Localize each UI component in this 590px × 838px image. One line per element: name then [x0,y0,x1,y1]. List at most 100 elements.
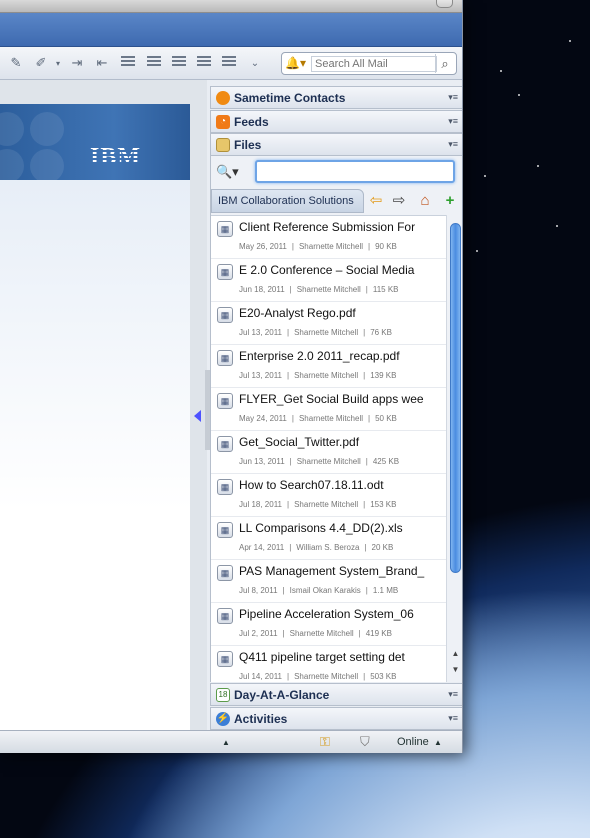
panel-day-at-a-glance[interactable]: 18 Day-At-A-Glance ▾≡ [210,683,462,706]
status-dropdown-icon[interactable]: ▲ [434,738,442,747]
pen-icon[interactable]: ✎ [8,55,24,71]
library-tab[interactable]: IBM Collaboration Solutions [211,189,364,213]
location-icon[interactable]: ⛉ [360,734,370,750]
file-author: Sharnette Mitchell [298,242,363,251]
highlighter-icon[interactable]: ✐ [33,55,49,71]
file-list-item[interactable]: ▦ FLYER_Get Social Build apps wee May 24, … [211,388,446,431]
align-justify-icon[interactable] [197,56,211,69]
file-list-item[interactable]: ▦ E20-Analyst Rego.pdf Jul 13, 2011 | Sharne… [211,302,446,345]
search-input[interactable] [311,56,437,72]
back-arrow-icon[interactable]: ⇦ [367,192,385,210]
title-bar [0,0,462,13]
document-pane: IBM [0,80,207,730]
file-author: Sharnette Mitchell [294,672,359,681]
file-list: ▦ Client Reference Submission For May 26, … [211,215,446,682]
files-search-input[interactable] [255,160,455,183]
file-list-item[interactable]: ▦ LL Comparisons 4.4_DD(2).xls Apr 14, 201… [211,517,446,560]
collapse-sidebar-icon[interactable] [194,410,201,422]
add-icon[interactable]: + [441,192,459,210]
scroll-up-icon[interactable]: ▲ [450,649,461,658]
ibm-banner: IBM [0,104,190,180]
panel-files[interactable]: Files ▾≡ [210,133,462,156]
search-icon[interactable]: 🔍▾ [216,164,242,180]
chevron-down-icon[interactable]: ▾ [53,55,63,71]
file-size: 50 KB [375,414,397,423]
search-icon[interactable]: ⌕ [435,54,454,73]
panel-feeds[interactable]: ◔ Feeds ▾≡ [210,110,462,133]
file-name[interactable]: FLYER_Get Social Build apps wee [239,392,444,406]
folder-icon [216,137,230,152]
file-size: 115 KB [372,285,399,294]
file-meta: Jul 14, 2011 | Sharnette Mitchell | 503 KB [239,672,396,681]
star [476,250,478,252]
scroll-down-icon[interactable]: ▼ [450,665,461,674]
forward-arrow-icon[interactable]: ⇨ [390,192,408,210]
align-center-icon[interactable] [172,56,186,69]
file-name[interactable]: E20-Analyst Rego.pdf [239,306,444,320]
file-icon: ▦ [217,522,233,538]
file-name[interactable]: Client Reference Submission For [239,220,444,234]
document-page: IBM [0,104,190,730]
file-list-item[interactable]: ▦ Get_Social_Twitter.pdf Jun 13, 2011 | Shar… [211,431,446,474]
file-name[interactable]: How to Search07.18.11.odt [239,478,444,492]
file-list-item[interactable]: ▦ Client Reference Submission For May 26, … [211,216,446,259]
meta-separator: | [364,543,367,552]
file-author: William S. Beroza [296,543,360,552]
file-name[interactable]: LL Comparisons 4.4_DD(2).xls [239,521,444,535]
file-list-item[interactable]: ▦ Q411 pipeline target setting det Jul 14,… [211,646,446,682]
star [484,175,486,177]
file-name[interactable]: PAS Management System_Brand_ [239,564,444,578]
panel-activities[interactable]: ⚡ Activities ▾≡ [210,707,462,730]
header-bar [0,13,462,47]
file-name[interactable]: Q411 pipeline target setting det [239,650,444,664]
status-arrow-icon[interactable]: ▲ [222,738,230,747]
file-name[interactable]: Pipeline Acceleration System_06 [239,607,444,621]
panel-sametime-contacts[interactable]: Sametime Contacts ▾≡ [210,86,462,109]
meta-separator: | [291,242,294,251]
star [500,70,502,72]
panel-menu-icon[interactable]: ▾≡ [446,713,458,724]
outdent-icon[interactable]: ⇤ [94,55,110,71]
numbered-list-icon[interactable] [147,56,161,69]
panel-menu-icon[interactable]: ▾≡ [446,92,458,103]
file-list-item[interactable]: ▦ PAS Management System_Brand_ Jul 8, 2011… [211,560,446,603]
window-toolbar-toggle-button[interactable] [436,0,453,8]
file-list-item[interactable]: ▦ How to Search07.18.11.odt Jul 18, 2011 | S… [211,474,446,517]
scrollbar-thumb[interactable] [450,223,461,573]
file-meta: May 26, 2011 | Sharnette Mitchell | 90 KB [239,242,397,251]
panel-menu-icon[interactable]: ▾≡ [446,116,458,127]
file-author: Ismail Okan Karakis [289,586,361,595]
more-icon[interactable]: ⌄ [247,55,263,71]
star [537,165,539,167]
file-name[interactable]: E 2.0 Conference – Social Media [239,263,444,277]
home-icon[interactable]: ⌂ [416,192,434,210]
file-list-scrollbar[interactable]: ▲ ▼ [446,215,462,682]
bullet-list-icon[interactable] [121,56,135,69]
align-left-icon[interactable] [222,56,236,69]
file-name[interactable]: Get_Social_Twitter.pdf [239,435,444,449]
meta-separator: | [291,414,294,423]
file-date: Jun 18, 2011 [239,285,285,294]
search-scope-icon[interactable]: 🔔▾ [285,56,307,72]
file-meta: Jul 13, 2011 | Sharnette Mitchell | 139 KB [239,371,396,380]
meta-separator: | [365,586,368,595]
online-status[interactable]: Online [397,736,429,748]
panel-title: Day-At-A-Glance [234,687,330,702]
file-author: Sharnette Mitchell [296,285,361,294]
panel-menu-icon[interactable]: ▾≡ [446,689,458,700]
panel-title: Activities [234,711,288,726]
file-name[interactable]: Enterprise 2.0 2011_recap.pdf [239,349,444,363]
file-size: 20 KB [371,543,394,552]
file-meta: Jul 18, 2011 | Sharnette Mitchell | 153 KB [239,500,396,509]
file-list-item[interactable]: ▦ Enterprise 2.0 2011_recap.pdf Jul 13, 20… [211,345,446,388]
file-list-item[interactable]: ▦ E 2.0 Conference – Social Media Jun 18, … [211,259,446,302]
indent-icon[interactable]: ⇥ [69,55,85,71]
file-list-item[interactable]: ▦ Pipeline Acceleration System_06 Jul 2, 2… [211,603,446,646]
meta-separator: | [363,672,366,681]
status-bar: ▲ ⚿ ⛉ Online ▲ [0,730,462,753]
star [556,225,558,227]
panel-menu-icon[interactable]: ▾≡ [446,139,458,150]
key-icon[interactable]: ⚿ [320,734,330,750]
panel-title: Feeds [234,114,269,129]
file-author: Sharnette Mitchell [289,629,354,638]
